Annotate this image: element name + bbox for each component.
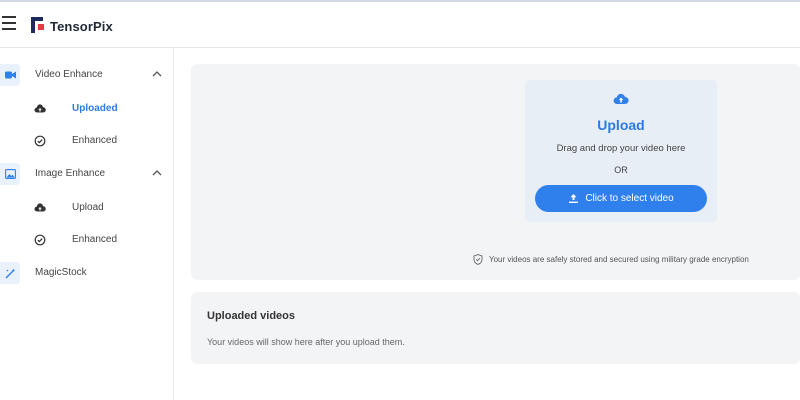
uploaded-videos-title: Uploaded videos (207, 310, 296, 322)
upload-title: Upload (597, 117, 645, 133)
image-icon (0, 163, 20, 185)
upload-dropzone[interactable]: Upload Drag and drop your video here OR … (525, 80, 717, 222)
sidebar-item-label: Upload (72, 202, 104, 213)
check-circle-icon (34, 234, 46, 246)
upload-arrow-icon (569, 194, 579, 203)
select-video-button-label: Click to select video (585, 193, 674, 204)
sidebar-section-magicstock[interactable]: MagicStock (0, 262, 174, 286)
uploaded-videos-panel: Uploaded videos Your videos will show he… (191, 292, 800, 364)
sidebar-item-enhanced-image[interactable]: Enhanced (0, 229, 174, 251)
sidebar: Video Enhance Uploaded Enhanced Image En… (0, 48, 174, 400)
sidebar-section-label: Image Enhance (35, 168, 106, 179)
magic-wand-icon (0, 262, 20, 284)
sidebar-item-uploaded[interactable]: Uploaded (0, 98, 174, 120)
upload-instructions: Drag and drop your video here (556, 143, 686, 154)
sidebar-section-video-enhance[interactable]: Video Enhance (0, 64, 174, 88)
uploaded-videos-empty-message: Your videos will show here after you upl… (207, 337, 405, 347)
sidebar-section-label: Video Enhance (35, 69, 103, 80)
check-circle-icon (34, 135, 46, 147)
cloud-upload-icon (34, 104, 46, 113)
security-note-text: Your videos are safely stored and secure… (489, 254, 749, 264)
hamburger-menu-icon[interactable] (2, 16, 18, 32)
select-video-button[interactable]: Click to select video (535, 185, 707, 212)
sidebar-item-label: Enhanced (72, 234, 118, 245)
security-note: Your videos are safely stored and secure… (473, 253, 749, 265)
sidebar-item-upload-image[interactable]: Upload (0, 197, 174, 219)
sidebar-item-label: Uploaded (72, 103, 118, 114)
upload-or-separator: OR (614, 165, 628, 175)
sidebar-item-label: Enhanced (72, 135, 118, 146)
app-header: TensorPix (0, 2, 800, 48)
sidebar-section-image-enhance[interactable]: Image Enhance (0, 163, 174, 187)
sidebar-section-label: MagicStock (35, 267, 87, 278)
shield-check-icon (473, 253, 483, 265)
chevron-up-icon[interactable] (152, 70, 162, 78)
cloud-upload-icon (613, 93, 629, 105)
sidebar-item-enhanced-video[interactable]: Enhanced (0, 130, 174, 152)
cloud-upload-icon (34, 203, 46, 212)
brand-name[interactable]: TensorPix (50, 19, 113, 34)
video-camera-icon (0, 64, 20, 86)
chevron-up-icon[interactable] (152, 169, 162, 177)
tensorpix-logo-icon[interactable] (31, 17, 45, 33)
